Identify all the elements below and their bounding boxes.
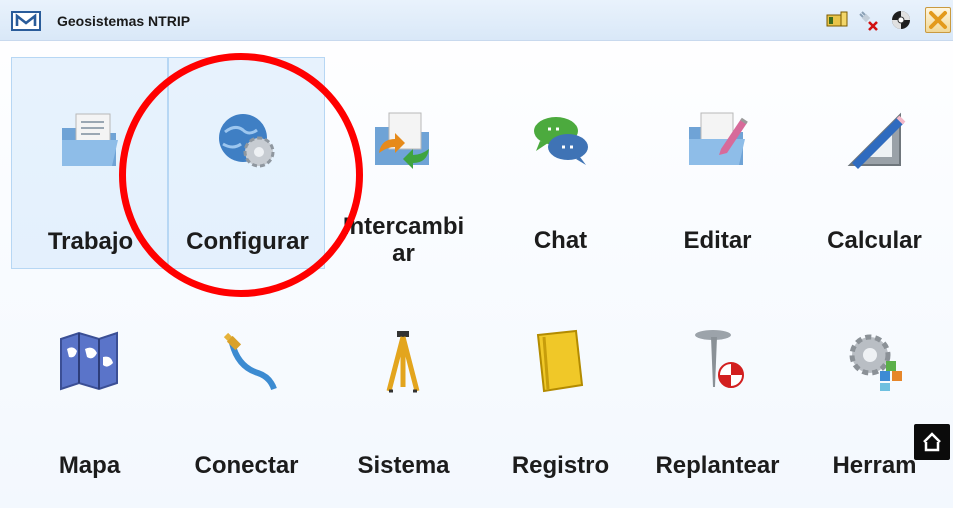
folder-exchange-icon — [369, 105, 437, 173]
app-title: Geosistemas NTRIP — [57, 13, 191, 29]
menu-label: Registro — [511, 452, 610, 479]
menu-label: Replantear — [655, 452, 780, 479]
menu-label: Sistema — [357, 452, 450, 479]
menu-label: Editar — [683, 227, 752, 254]
folder-edit-icon — [683, 105, 751, 173]
home-icon — [923, 432, 941, 452]
menu-tile-calcular[interactable]: Calcular — [796, 57, 953, 269]
menu-label: Chat — [533, 227, 588, 254]
home-button[interactable] — [914, 424, 950, 460]
menu-tile-trabajo[interactable]: Trabajo — [11, 57, 168, 269]
battery-radio-icon[interactable] — [826, 9, 848, 31]
title-bar: Geosistemas NTRIP — [0, 0, 953, 41]
close-icon — [929, 11, 947, 29]
gnss-status-icon[interactable] — [890, 9, 912, 31]
folder-document-icon — [56, 106, 124, 174]
world-map-icon — [55, 327, 123, 395]
menu-tile-mapa[interactable]: Mapa — [11, 287, 168, 497]
menu-tile-registro[interactable]: Registro — [482, 287, 639, 497]
menu-label: Configurar — [186, 228, 309, 255]
cable-icon — [212, 327, 280, 395]
menu-label: Intercambi ar — [342, 213, 465, 267]
tools-gear-icon — [840, 327, 908, 395]
globe-gear-icon — [213, 106, 281, 174]
ruler-pencil-icon — [840, 105, 908, 173]
menu-tile-replantear[interactable]: Replantear — [639, 287, 796, 497]
logbook-icon — [526, 327, 594, 395]
menu-tile-herramientas[interactable]: Herram — [796, 287, 953, 497]
chat-bubbles-icon — [526, 105, 594, 173]
menu-tile-intercambiar[interactable]: Intercambi ar — [325, 57, 482, 269]
menu-label: Mapa — [58, 452, 121, 479]
menu-label: Calcular — [827, 227, 922, 254]
close-button[interactable] — [925, 7, 951, 33]
menu-label: Trabajo — [47, 228, 134, 255]
menu-tile-configurar[interactable]: Configurar — [168, 57, 325, 269]
stakeout-pin-icon — [683, 327, 751, 395]
satellite-disconnected-icon[interactable] — [857, 9, 879, 31]
menu-tile-chat[interactable]: Chat — [482, 57, 639, 269]
menu-label: Conectar — [194, 452, 299, 479]
menu-tile-editar[interactable]: Editar — [639, 57, 796, 269]
tripod-icon — [369, 327, 437, 395]
menu-tile-conectar[interactable]: Conectar — [168, 287, 325, 497]
app-logo-icon[interactable] — [11, 11, 41, 31]
menu-tile-sistema[interactable]: Sistema — [325, 287, 482, 497]
